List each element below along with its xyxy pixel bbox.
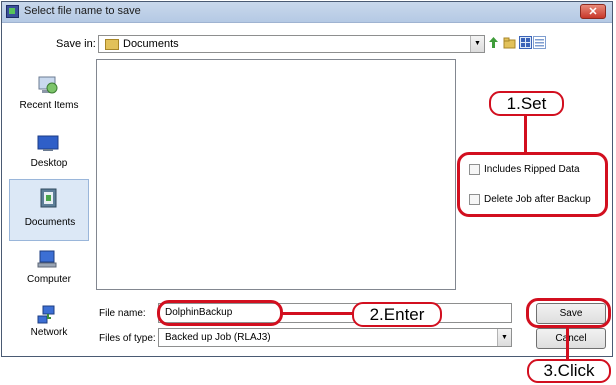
place-label: Computer <box>27 274 71 285</box>
file-type-dropdown[interactable]: Backed up Job (RLAJ3) ▼ <box>158 328 512 347</box>
callout-click-bubble: 3.Click <box>527 359 611 383</box>
file-type-label: Files of type: <box>99 333 156 344</box>
network-icon <box>37 305 55 324</box>
chevron-down-icon[interactable]: ▼ <box>470 36 484 52</box>
chevron-down-icon[interactable]: ▼ <box>497 329 511 346</box>
save-in-dropdown[interactable]: Documents ▼ <box>98 35 485 53</box>
save-in-value: Documents <box>123 38 179 50</box>
place-label: Desktop <box>30 158 68 169</box>
cancel-button[interactable]: Cancel <box>536 328 606 349</box>
callout-connector <box>524 114 527 154</box>
new-folder-icon[interactable] <box>503 36 516 49</box>
view-menu-icon[interactable] <box>519 36 547 49</box>
up-folder-icon[interactable] <box>487 36 500 49</box>
callout-connector <box>566 327 569 361</box>
cancel-button-label: Cancel <box>555 333 587 344</box>
file-type-value: Backed up Job (RLAJ3) <box>165 332 271 343</box>
recent-items-icon <box>38 76 58 94</box>
desktop-icon <box>37 135 59 151</box>
place-computer[interactable]: Computer <box>9 241 89 295</box>
close-button[interactable]: ✕ <box>580 4 606 19</box>
documents-icon <box>40 188 57 208</box>
title-bar: Select file name to save ✕ <box>2 2 612 23</box>
place-network[interactable]: Network <box>9 297 89 351</box>
callout-save-frame <box>526 298 611 328</box>
place-label: Documents <box>24 217 76 228</box>
callout-filename-frame <box>157 300 283 326</box>
callout-options-frame <box>457 152 608 217</box>
app-icon <box>6 5 19 18</box>
folder-icon <box>105 38 119 50</box>
place-desktop[interactable]: Desktop <box>9 125 89 179</box>
save-in-label: Save in: <box>56 38 96 50</box>
place-label: Network <box>30 327 68 338</box>
callout-set-bubble: 1.Set <box>489 91 564 116</box>
file-name-label: File name: <box>99 308 146 319</box>
place-recent-items[interactable]: Recent Items <box>9 67 89 121</box>
file-list[interactable] <box>96 59 456 290</box>
callout-enter-bubble: 2.Enter <box>352 302 442 327</box>
place-documents[interactable]: Documents <box>9 179 89 241</box>
dialog-title: Select file name to save <box>24 5 141 17</box>
place-label: Recent Items <box>19 100 79 111</box>
callout-connector <box>282 312 354 315</box>
places-bar: Recent Items Desktop Documents Computer … <box>9 59 89 349</box>
computer-icon <box>37 250 57 268</box>
